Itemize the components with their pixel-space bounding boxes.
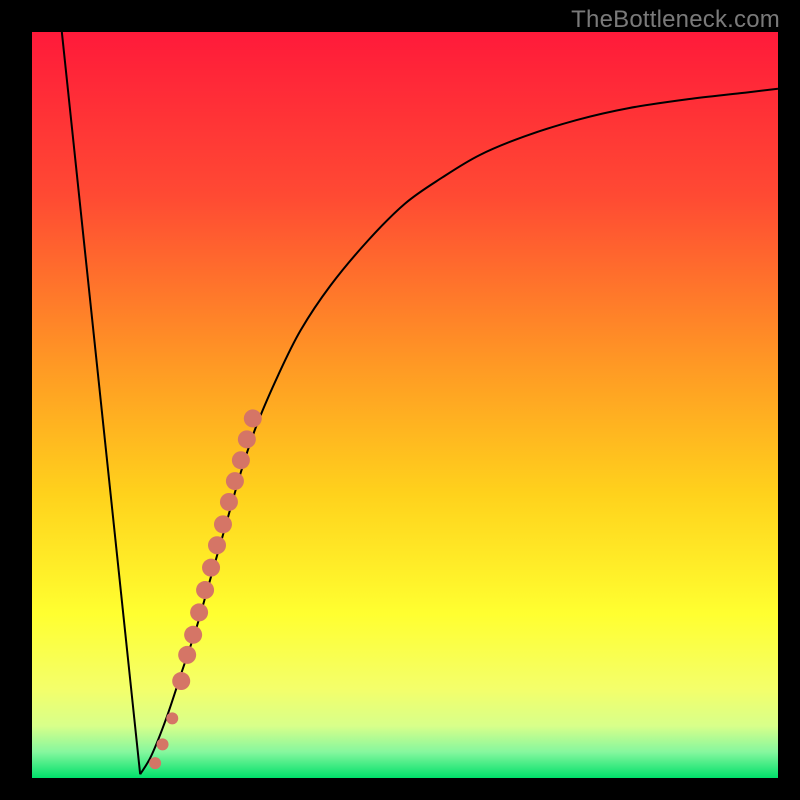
highlight-dot <box>202 559 220 577</box>
highlight-dot <box>220 493 238 511</box>
highlight-dot <box>196 581 214 599</box>
highlight-dot <box>184 626 202 644</box>
chart-frame <box>32 32 778 778</box>
highlight-dot <box>226 472 244 490</box>
highlight-dot <box>166 712 178 724</box>
bottleneck-chart <box>32 32 778 778</box>
highlight-dot <box>149 757 161 769</box>
highlight-dot <box>232 451 250 469</box>
highlight-dot <box>157 738 169 750</box>
highlight-dot <box>190 603 208 621</box>
highlight-dot <box>244 409 262 427</box>
highlight-dot <box>178 646 196 664</box>
highlight-dot <box>214 515 232 533</box>
heat-background <box>32 32 778 778</box>
highlight-dot <box>238 430 256 448</box>
watermark-text: TheBottleneck.com <box>571 6 780 34</box>
highlight-dot <box>208 536 226 554</box>
highlight-dot <box>172 672 190 690</box>
